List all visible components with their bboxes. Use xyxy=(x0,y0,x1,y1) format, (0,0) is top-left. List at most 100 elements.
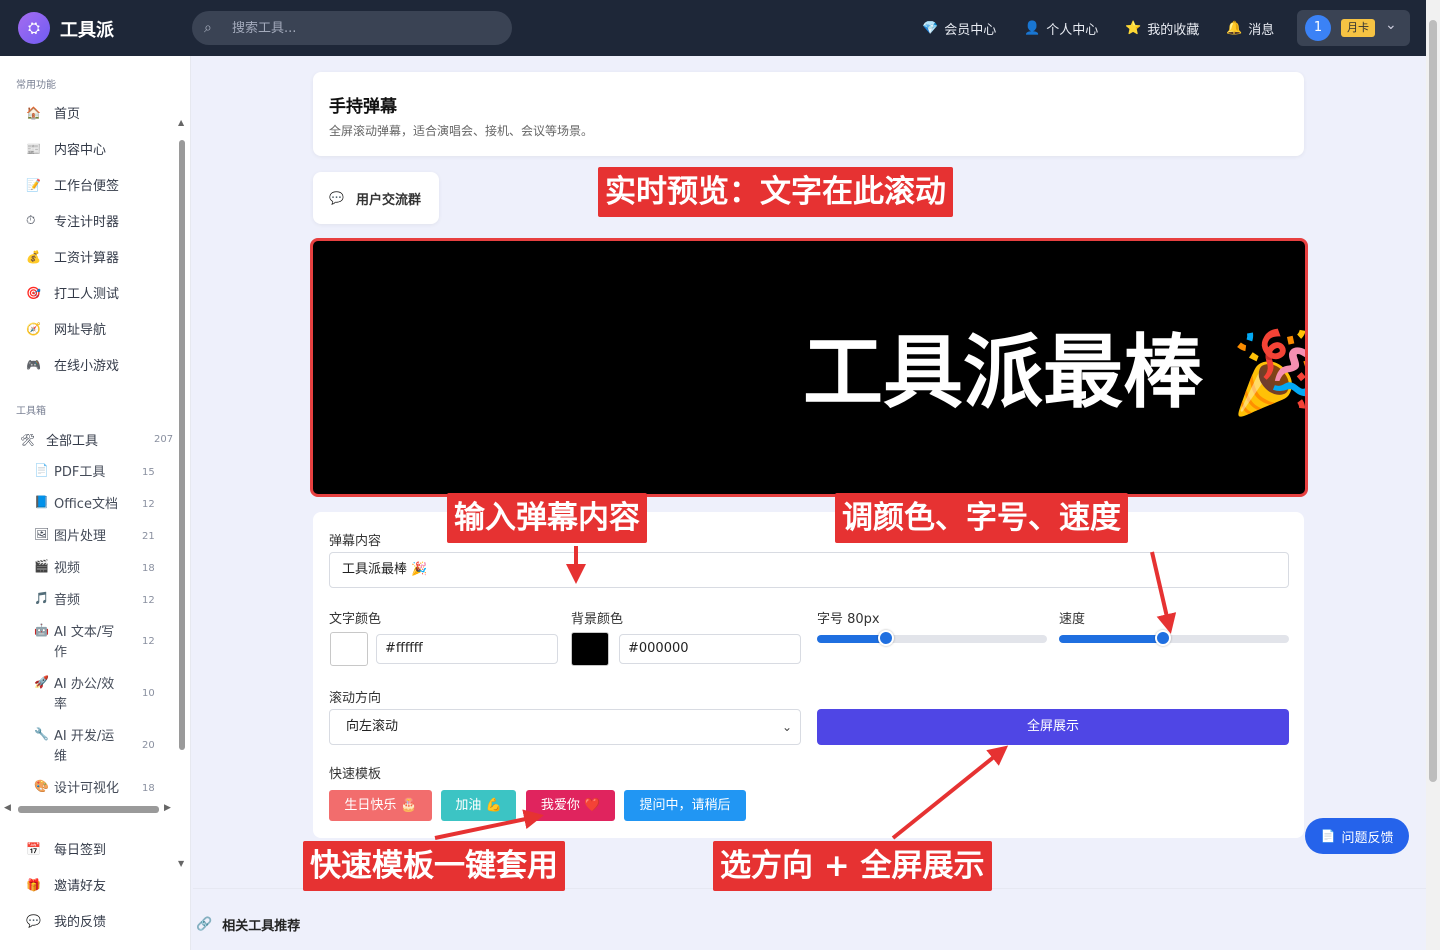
calendar-icon: 📅 xyxy=(26,841,41,856)
sidebar-item-video[interactable]: 🎬 视频 18 xyxy=(34,559,174,579)
text-color-picker[interactable] xyxy=(330,632,368,666)
sidebar-item-worker-test[interactable]: 🎯 打工人测试 xyxy=(26,283,120,303)
feedback-button[interactable]: 📄 问题反馈 xyxy=(1305,818,1409,854)
speed-slider[interactable] xyxy=(1059,630,1289,646)
content-input[interactable]: 工具派最棒 🎉 xyxy=(329,552,1289,588)
sidebar-item-label: PDF工具 xyxy=(54,465,106,480)
sidebar-scrollbar[interactable]: ▲ ▼ xyxy=(178,118,186,868)
user-group-button[interactable]: 💬 用户交流群 xyxy=(313,172,439,224)
sidebar-item-label: 内容中心 xyxy=(54,143,107,158)
sidebar-item-ai-office[interactable]: 🚀 AI 办公/效率 10 xyxy=(34,675,174,715)
scroll-right-icon[interactable]: ▶ xyxy=(164,803,171,813)
sidebar-item-pdf[interactable]: 📄 PDF工具 15 xyxy=(34,463,174,483)
nav-favorites[interactable]: ⭐ 我的收藏 xyxy=(1125,19,1199,38)
memo-icon: 📝 xyxy=(26,177,41,192)
user-icon: 👤 xyxy=(1024,21,1041,36)
nav-label: 会员中心 xyxy=(944,23,997,38)
annotation-preview: 实时预览：文字在此滚动 xyxy=(598,167,953,217)
search-box[interactable]: ⌕ xyxy=(192,11,512,45)
scrollbar-thumb[interactable] xyxy=(1429,20,1437,782)
tool-count: 21 xyxy=(142,531,155,542)
chevron-down-icon: ⌄ xyxy=(1385,17,1397,33)
text-color-input[interactable]: #ffffff xyxy=(376,634,558,664)
speed-label: 速度 xyxy=(1059,612,1086,627)
sidebar-item-ai-writing[interactable]: 🤖 AI 文本/写作 12 xyxy=(34,623,174,663)
direction-label: 滚动方向 xyxy=(329,691,382,706)
sidebar-item-image[interactable]: 🖼 图片处理 21 xyxy=(34,527,174,547)
sidebar-item-ai-devops[interactable]: 🔧 AI 开发/运维 20 xyxy=(34,727,174,767)
sidebar-item-label: Office文档 xyxy=(54,497,118,512)
nav-label: 我的收藏 xyxy=(1147,23,1200,38)
tool-count: 10 xyxy=(142,688,155,699)
template-birthday-button[interactable]: 生日快乐 🎂 xyxy=(329,790,432,821)
search-input[interactable] xyxy=(232,20,492,36)
fullscreen-button[interactable]: 全屏展示 xyxy=(817,709,1289,745)
nav-vip-center[interactable]: 💎 会员中心 xyxy=(922,19,996,38)
scroll-down-icon[interactable]: ▼ xyxy=(178,859,184,868)
sidebar-item-home[interactable]: 🏠 首页 xyxy=(26,103,80,123)
sidebar-item-label: AI 开发/运维 xyxy=(54,729,115,764)
sidebar-item-nav-sites[interactable]: 🧭 网址导航 xyxy=(26,319,107,339)
nav-profile[interactable]: 👤 个人中心 xyxy=(1024,19,1098,38)
sidebar-item-invite[interactable]: 🎁 邀请好友 xyxy=(26,875,106,895)
nav-messages[interactable]: 🔔 消息 xyxy=(1226,19,1274,38)
sidebar-item-notes[interactable]: 📝 工作台便签 xyxy=(26,175,119,195)
sidebar-item-feedback[interactable]: 💬 我的反馈 xyxy=(26,911,107,931)
sidebar-item-games[interactable]: 🎮 在线小游戏 xyxy=(26,355,119,375)
sidebar-item-content[interactable]: 📰 内容中心 xyxy=(26,139,107,159)
gamepad-icon: 🎮 xyxy=(26,357,41,372)
sidebar-hscrollbar[interactable]: ◀ ▶ xyxy=(0,803,180,815)
bell-icon: 🔔 xyxy=(1226,21,1243,36)
home-icon: 🏠 xyxy=(26,105,41,120)
related-tools-heading: 🔗 相关工具推荐 xyxy=(196,915,300,934)
danmu-preview: 工具派最棒 🎉 xyxy=(310,238,1308,497)
newspaper-icon: 📰 xyxy=(26,141,41,156)
gift-icon: 🎁 xyxy=(26,877,41,892)
template-love-button[interactable]: 我爱你 ❤️ xyxy=(526,790,615,821)
search-icon: ⌕ xyxy=(204,20,212,36)
logo-icon[interactable]: ⛭ xyxy=(18,12,50,44)
scrollbar-thumb[interactable] xyxy=(179,140,185,750)
tool-count: 207 xyxy=(154,434,174,445)
page-scrollbar[interactable] xyxy=(1426,0,1440,950)
tool-count: 20 xyxy=(142,740,155,751)
bg-color-picker[interactable] xyxy=(571,632,609,666)
slider-handle[interactable] xyxy=(878,630,894,646)
target-icon: 🎯 xyxy=(26,285,41,300)
button-label: 用户交流群 xyxy=(355,192,421,208)
annotation-style: 调颜色、字号、速度 xyxy=(835,493,1128,543)
scroll-left-icon[interactable]: ◀ xyxy=(4,803,11,813)
stopwatch-icon: ⏱ xyxy=(26,213,36,227)
sidebar-item-timer[interactable]: ⏱ 专注计时器 xyxy=(26,211,119,230)
sidebar-item-label: 打工人测试 xyxy=(54,287,120,302)
sidebar-item-all-tools[interactable]: 🛠 全部工具 207 xyxy=(20,430,175,450)
sidebar-item-label: 音频 xyxy=(54,593,81,608)
picture-icon: 🖼 xyxy=(34,527,50,541)
direction-select[interactable]: 向左滚动 ⌄ xyxy=(329,709,801,745)
speech-bubble-icon: 💬 xyxy=(26,913,41,928)
template-cheer-button[interactable]: 加油 💪 xyxy=(441,790,516,821)
user-menu[interactable]: 1 月卡 ⌄ xyxy=(1297,10,1410,46)
annotation-direction: 选方向 + 全屏展示 xyxy=(713,841,992,891)
top-bar: ⛭ 工具派 ⌕ 💎 会员中心 👤 个人中心 ⭐ 我的收藏 🔔 消息 1 月卡 ⌄ xyxy=(0,0,1426,56)
scrollbar-thumb[interactable] xyxy=(18,806,159,813)
slider-handle[interactable] xyxy=(1154,630,1171,646)
danmu-text: 工具派最棒 🎉 xyxy=(803,326,1308,419)
music-icon: 🎵 xyxy=(34,591,49,605)
sidebar-item-label: 我的反馈 xyxy=(54,915,107,930)
bg-color-input[interactable]: #000000 xyxy=(619,634,801,664)
template-waiting-button[interactable]: 提问中，请稍后 xyxy=(624,790,746,821)
sidebar-item-label: 网址导航 xyxy=(54,323,107,338)
sidebar-item-office[interactable]: 📘 Office文档 12 xyxy=(34,495,174,515)
money-bag-icon: 💰 xyxy=(26,249,41,264)
sidebar-item-design[interactable]: 🎨 设计可视化 18 xyxy=(34,779,174,799)
select-value: 向左滚动 xyxy=(346,719,399,734)
sidebar-item-audio[interactable]: 🎵 音频 12 xyxy=(34,591,174,611)
sidebar-item-salary[interactable]: 💰 工资计算器 xyxy=(26,247,119,267)
font-size-slider[interactable] xyxy=(817,630,1047,646)
clapper-icon: 🎬 xyxy=(34,559,49,573)
brand-name[interactable]: 工具派 xyxy=(60,16,114,42)
nav-label: 个人中心 xyxy=(1046,23,1099,38)
scroll-up-icon[interactable]: ▲ xyxy=(178,118,184,127)
sidebar-item-checkin[interactable]: 📅 每日签到 xyxy=(26,839,106,859)
